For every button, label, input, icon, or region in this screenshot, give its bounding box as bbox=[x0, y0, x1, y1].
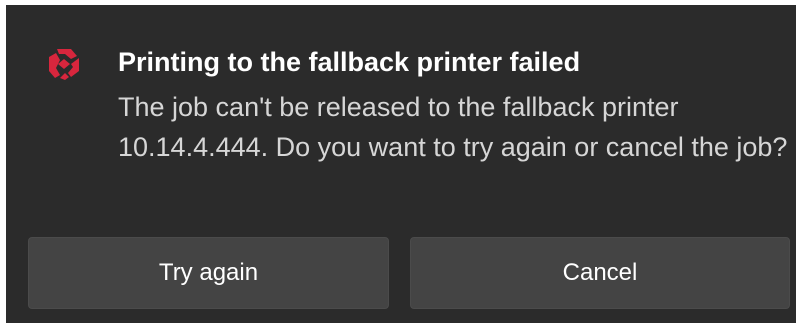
cancel-button[interactable]: Cancel bbox=[410, 237, 790, 309]
try-again-button[interactable]: Try again bbox=[28, 237, 389, 309]
kyocera-logo-icon bbox=[47, 47, 81, 81]
notification-title: Printing to the fallback printer failed bbox=[118, 47, 581, 77]
notification-message: The job can't be released to the fallbac… bbox=[118, 92, 788, 162]
notification-toast: Printing to the fallback printer failed … bbox=[6, 5, 796, 323]
